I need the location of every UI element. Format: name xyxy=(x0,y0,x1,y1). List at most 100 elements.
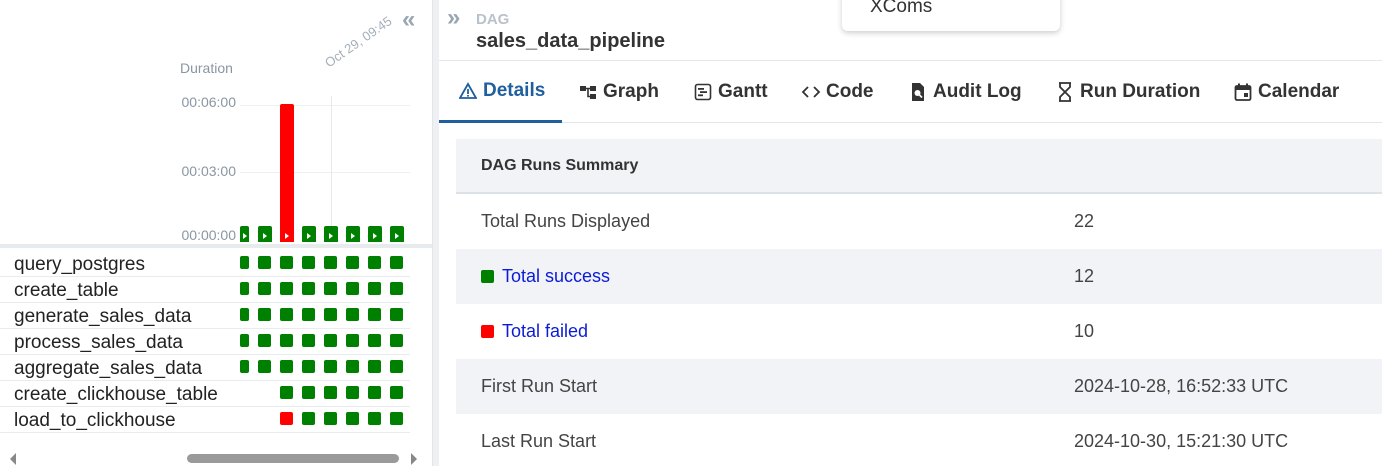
duration-bar[interactable] xyxy=(240,226,249,242)
graph-icon xyxy=(578,82,598,102)
task-instance-cell[interactable] xyxy=(302,386,315,399)
tab-graph[interactable]: Graph xyxy=(578,62,659,122)
hourglass-icon xyxy=(1055,82,1075,102)
task-instance-cell[interactable] xyxy=(324,386,337,399)
task-instance-cell[interactable] xyxy=(346,360,359,373)
task-name[interactable]: load_to_clickhouse xyxy=(14,410,176,432)
panel-splitter[interactable] xyxy=(432,0,439,466)
tab-label: Run Duration xyxy=(1080,81,1201,102)
tab-audit-log[interactable]: Audit Log xyxy=(908,62,1022,122)
summary-heading: DAG Runs Summary xyxy=(456,139,1382,194)
task-instance-cell[interactable] xyxy=(280,412,293,425)
task-instance-cell[interactable] xyxy=(390,412,403,425)
task-instance-cell[interactable] xyxy=(280,308,293,321)
tab-label: Gantt xyxy=(718,81,768,102)
task-instance-cell[interactable] xyxy=(368,256,381,269)
task-instance-cell[interactable] xyxy=(390,360,403,373)
task-name[interactable]: aggregate_sales_data xyxy=(14,358,202,380)
duration-bar[interactable] xyxy=(368,226,382,242)
total-success-link[interactable]: Total success xyxy=(481,266,610,287)
task-instance-cell[interactable] xyxy=(240,282,249,295)
row-key[interactable]: Total success xyxy=(502,266,610,286)
task-instance-cell[interactable] xyxy=(346,308,359,321)
task-name[interactable]: query_postgres xyxy=(14,254,145,276)
task-instance-cell[interactable] xyxy=(346,256,359,269)
task-name[interactable]: process_sales_data xyxy=(14,332,183,354)
task-instance-cell[interactable] xyxy=(346,282,359,295)
scroll-right-arrow-icon[interactable] xyxy=(411,453,417,465)
task-row[interactable]: generate_sales_data xyxy=(0,302,410,329)
task-instance-cell[interactable] xyxy=(346,412,359,425)
task-name[interactable]: create_clickhouse_table xyxy=(14,384,218,406)
scroll-thumb[interactable] xyxy=(187,454,399,463)
row-key[interactable]: Total failed xyxy=(502,321,588,341)
task-instance-cell[interactable] xyxy=(390,308,403,321)
task-instance-cell[interactable] xyxy=(258,308,271,321)
task-instance-cell[interactable] xyxy=(240,360,249,373)
tab-gantt[interactable]: Gantt xyxy=(693,62,768,122)
task-instance-cell[interactable] xyxy=(258,360,271,373)
task-instance-cell[interactable] xyxy=(280,386,293,399)
task-name[interactable]: generate_sales_data xyxy=(14,306,191,328)
task-instance-cell[interactable] xyxy=(368,412,381,425)
duration-bar[interactable] xyxy=(390,226,404,242)
task-instance-cell[interactable] xyxy=(390,386,403,399)
task-instance-cell[interactable] xyxy=(240,334,249,347)
task-instance-cell[interactable] xyxy=(302,308,315,321)
task-row[interactable]: process_sales_data xyxy=(0,328,410,355)
double-chevron-right-icon[interactable]: » xyxy=(447,4,461,32)
task-instance-cell[interactable] xyxy=(324,282,337,295)
task-instance-cell[interactable] xyxy=(368,360,381,373)
horizontal-scrollbar[interactable] xyxy=(0,448,424,466)
task-row[interactable]: query_postgres xyxy=(0,250,410,277)
task-instance-cell[interactable] xyxy=(280,282,293,295)
task-row[interactable]: create_clickhouse_table xyxy=(0,380,410,407)
task-instance-cell[interactable] xyxy=(346,334,359,347)
tab-calendar[interactable]: Calendar xyxy=(1233,62,1339,122)
menu-item-xcoms[interactable]: XComs xyxy=(870,0,932,18)
task-instance-cell[interactable] xyxy=(368,282,381,295)
task-instance-cell[interactable] xyxy=(346,386,359,399)
task-instance-cell[interactable] xyxy=(324,360,337,373)
task-row[interactable]: aggregate_sales_data xyxy=(0,354,410,381)
task-instance-cell[interactable] xyxy=(280,360,293,373)
task-instance-cell[interactable] xyxy=(280,256,293,269)
task-instance-cell[interactable] xyxy=(258,282,271,295)
scroll-left-arrow-icon[interactable] xyxy=(10,453,16,465)
task-instance-cell[interactable] xyxy=(368,308,381,321)
task-instance-cell[interactable] xyxy=(258,256,271,269)
task-row[interactable]: create_table xyxy=(0,276,410,303)
task-instance-cell[interactable] xyxy=(240,256,249,269)
task-instance-cell[interactable] xyxy=(368,386,381,399)
task-instance-cell[interactable] xyxy=(390,256,403,269)
duration-bar[interactable] xyxy=(258,226,272,242)
task-instance-cell[interactable] xyxy=(302,256,315,269)
task-instance-cell[interactable] xyxy=(324,256,337,269)
task-instance-cell[interactable] xyxy=(302,360,315,373)
duration-bar[interactable] xyxy=(302,226,316,242)
task-instance-cell[interactable] xyxy=(390,282,403,295)
task-instance-cell[interactable] xyxy=(240,308,249,321)
task-instance-cell[interactable] xyxy=(324,334,337,347)
play-arrow-icon xyxy=(329,233,333,239)
duration-bar[interactable] xyxy=(280,104,294,242)
task-instance-cell[interactable] xyxy=(368,334,381,347)
tab-details[interactable]: Details xyxy=(439,62,563,123)
task-row[interactable]: load_to_clickhouse xyxy=(0,406,410,433)
task-instance-cell[interactable] xyxy=(324,308,337,321)
task-name[interactable]: create_table xyxy=(14,280,119,302)
task-instance-cell[interactable] xyxy=(324,412,337,425)
task-instance-cell[interactable] xyxy=(302,412,315,425)
duration-bar[interactable] xyxy=(324,226,338,242)
task-instance-cell[interactable] xyxy=(258,334,271,347)
row-key: First Run Start xyxy=(481,376,598,396)
task-instance-cell[interactable] xyxy=(390,334,403,347)
tab-code[interactable]: Code xyxy=(801,62,874,122)
duration-bar[interactable] xyxy=(346,226,360,242)
total-failed-link[interactable]: Total failed xyxy=(481,321,588,342)
tab-run-duration[interactable]: Run Duration xyxy=(1055,62,1200,122)
task-instance-cell[interactable] xyxy=(280,334,293,347)
double-chevron-left-icon[interactable]: « xyxy=(402,6,416,34)
task-instance-cell[interactable] xyxy=(302,334,315,347)
task-instance-cell[interactable] xyxy=(302,282,315,295)
